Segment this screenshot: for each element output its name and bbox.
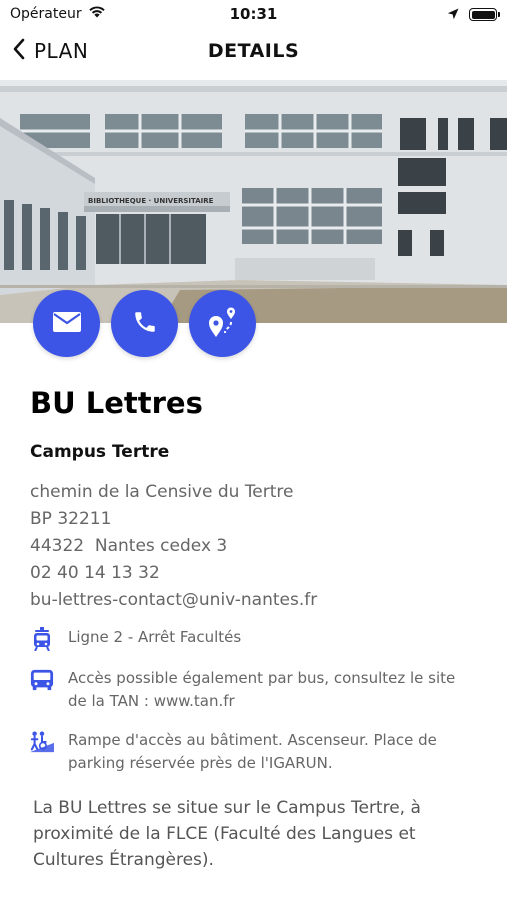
- status-right: [447, 5, 500, 24]
- access-tram-text: Ligne 2 - Arrêt Facultés: [68, 628, 242, 646]
- route-icon: [207, 306, 239, 342]
- address-block: chemin de la Censive du Tertre BP 32211 …: [30, 479, 477, 614]
- phone-number[interactable]: 02 40 14 13 32: [30, 560, 477, 587]
- access-bus-text: Accès possible également par bus, consul…: [68, 669, 456, 710]
- tram-icon: [30, 626, 54, 651]
- details-content: BU Lettres Campus Tertre chemin de la Ce…: [0, 380, 507, 873]
- phone-icon: [132, 309, 158, 339]
- building-photo: BIBLIOTHEQUE · UNIVERSITAIRE: [0, 80, 507, 323]
- access-bus: Accès possible également par bus, consul…: [30, 667, 477, 713]
- page-title: DETAILS: [207, 40, 300, 62]
- call-button[interactable]: [111, 290, 178, 357]
- campus-name: Campus Tertre: [30, 442, 170, 462]
- place-description: La BU Lettres se situe sur le Campus Ter…: [33, 798, 421, 870]
- action-buttons: [33, 290, 256, 357]
- place-name: BU Lettres: [30, 386, 203, 420]
- address-street: chemin de la Censive du Tertre: [30, 482, 294, 502]
- email-address[interactable]: bu-lettres-contact@univ-nantes.fr: [30, 587, 477, 614]
- mail-icon: [52, 311, 82, 337]
- access-accessibility: Rampe d'accès au bâtiment. Ascenseur. Pl…: [30, 729, 477, 775]
- accessibility-icon: [30, 729, 54, 775]
- status-bar: Opérateur 10:31: [0, 0, 507, 28]
- address-city: 44322 Nantes cedex 3: [30, 536, 228, 556]
- bus-icon: [30, 667, 54, 713]
- access-accessibility-text: Rampe d'accès au bâtiment. Ascenseur. Pl…: [68, 731, 437, 772]
- battery-icon: [469, 8, 500, 21]
- directions-button[interactable]: [189, 290, 256, 357]
- access-tram: Ligne 2 - Arrêt Facultés: [30, 626, 477, 651]
- status-time: 10:31: [229, 5, 278, 23]
- address-po-box: BP 32211: [30, 509, 112, 529]
- email-button[interactable]: [33, 290, 100, 357]
- building-sign-text: BIBLIOTHEQUE · UNIVERSITAIRE: [88, 197, 214, 205]
- location-arrow-icon: [447, 5, 459, 24]
- nav-bar: PLAN DETAILS: [0, 28, 507, 78]
